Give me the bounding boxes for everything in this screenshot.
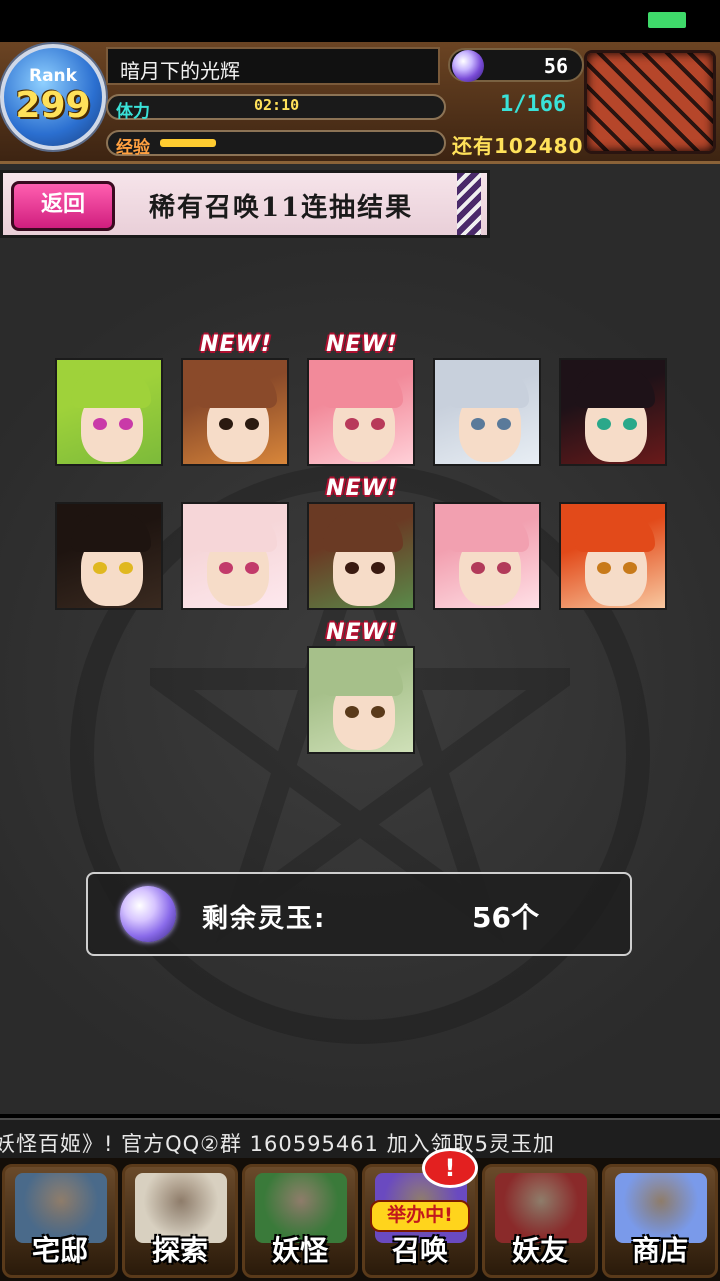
character-card[interactable]: [181, 358, 289, 466]
character-eye: [597, 418, 611, 430]
character-eye: [93, 562, 107, 574]
news-ticker: 妖怪百姬》! 官方QQ②群 160595461 加入领取5灵玉加: [0, 1118, 720, 1158]
remaining-gems-label: 剩余灵玉:: [202, 904, 327, 934]
character-eye: [245, 562, 259, 574]
character-eye: [471, 562, 485, 574]
ticker-text: 妖怪百姬》! 官方QQ②群 160595461 加入领取5灵玉加: [0, 1132, 555, 1156]
character-eye: [219, 562, 233, 574]
rank-label: Rank: [29, 66, 77, 86]
character-eye: [371, 562, 385, 574]
nav-label: 探索: [151, 1234, 208, 1267]
character-hair: [575, 368, 655, 408]
character-hair: [449, 368, 529, 408]
stamina-label: 体力: [116, 102, 150, 122]
stamina-timer: 02:10: [254, 96, 300, 114]
nav-crystal-orb[interactable]: 商店: [602, 1164, 718, 1278]
character-eye: [623, 562, 637, 574]
back-button[interactable]: 返回: [11, 181, 115, 231]
exp-label: 经验: [116, 138, 150, 158]
character-eye: [93, 418, 107, 430]
character-card[interactable]: [181, 502, 289, 610]
crystal-orb-icon: [120, 886, 176, 942]
character-card[interactable]: [433, 502, 541, 610]
nav-label: 妖怪: [271, 1234, 328, 1267]
character-eye: [245, 418, 259, 430]
character-hair: [71, 512, 151, 552]
character-eye: [119, 418, 133, 430]
nav-scroll[interactable]: 妖怪: [242, 1164, 358, 1278]
gem-display[interactable]: 56: [448, 48, 584, 82]
character-card[interactable]: [559, 502, 667, 610]
stamina-count: 1/166: [500, 92, 567, 117]
character-eye: [371, 706, 385, 718]
battery-icon: [648, 12, 686, 28]
character-eye: [345, 706, 359, 718]
character-hair: [71, 368, 151, 408]
character-eye: [119, 562, 133, 574]
character-hair: [575, 512, 655, 552]
character-hair: [449, 512, 529, 552]
nav-label: 商店: [631, 1234, 688, 1267]
character-card[interactable]: [307, 358, 415, 466]
rank-badge[interactable]: Rank 299: [0, 44, 106, 150]
character-eye: [371, 418, 385, 430]
bottom-nav: 宅邸 探索 妖怪 召唤 妖友 商店: [0, 1158, 720, 1281]
nav-label: 宅邸: [31, 1234, 88, 1267]
character-card[interactable]: [307, 646, 415, 754]
nav-fox-girl[interactable]: 妖友: [482, 1164, 598, 1278]
new-badge: NEW!: [326, 476, 398, 501]
player-header: Rank 299 暗月下的光辉 体力 02:10 经验 56 1/166 还有1…: [0, 42, 720, 164]
gem-icon: [452, 50, 484, 82]
character-eye: [345, 418, 359, 430]
character-eye: [497, 418, 511, 430]
exp-remaining: 还有102480: [452, 134, 584, 158]
summon-result-area: 返回 稀有召唤11连抽结果 NEW! NEW! NEW! NEW! 剩余灵玉: 56个: [0, 164, 720, 1114]
event-ongoing-label: 举办中!: [370, 1200, 470, 1232]
new-badge: NEW!: [200, 332, 272, 357]
nav-mansion[interactable]: 宅邸: [2, 1164, 118, 1278]
character-hair: [197, 512, 277, 552]
character-eye: [597, 562, 611, 574]
character-eye: [345, 562, 359, 574]
nav-magnifier[interactable]: 探索: [122, 1164, 238, 1278]
nav-label: 召唤: [391, 1234, 448, 1267]
character-eye: [497, 562, 511, 574]
exp-fill: [160, 139, 216, 147]
character-card[interactable]: [307, 502, 415, 610]
player-name: 暗月下的光辉: [106, 47, 440, 85]
status-bar: [0, 0, 720, 42]
new-badge: NEW!: [326, 332, 398, 357]
character-hair: [323, 368, 403, 408]
character-card[interactable]: [55, 502, 163, 610]
rank-value: 299: [15, 85, 91, 126]
gem-count: 56: [543, 54, 568, 78]
nav-label: 妖友: [511, 1234, 568, 1267]
remaining-gems-value: 56个: [472, 901, 539, 934]
character-card[interactable]: [559, 358, 667, 466]
character-hair: [197, 368, 277, 408]
character-card[interactable]: [433, 358, 541, 466]
title-banner: 返回 稀有召唤11连抽结果: [0, 170, 490, 238]
treasure-chest-icon[interactable]: [584, 50, 716, 154]
character-eye: [623, 418, 637, 430]
character-eye: [471, 418, 485, 430]
character-hair: [323, 656, 403, 696]
exp-bar: 经验: [106, 130, 446, 158]
character-hair: [323, 512, 403, 552]
character-card[interactable]: [55, 358, 163, 466]
new-badge: NEW!: [326, 620, 398, 645]
banner-title: 稀有召唤11连抽结果: [149, 193, 414, 223]
character-eye: [219, 418, 233, 430]
banner-decoration: [457, 173, 481, 235]
stamina-bar: 体力 02:10: [106, 94, 446, 122]
event-alert-badge: !: [422, 1148, 478, 1188]
remaining-gems-panel: 剩余灵玉: 56个: [86, 872, 632, 956]
